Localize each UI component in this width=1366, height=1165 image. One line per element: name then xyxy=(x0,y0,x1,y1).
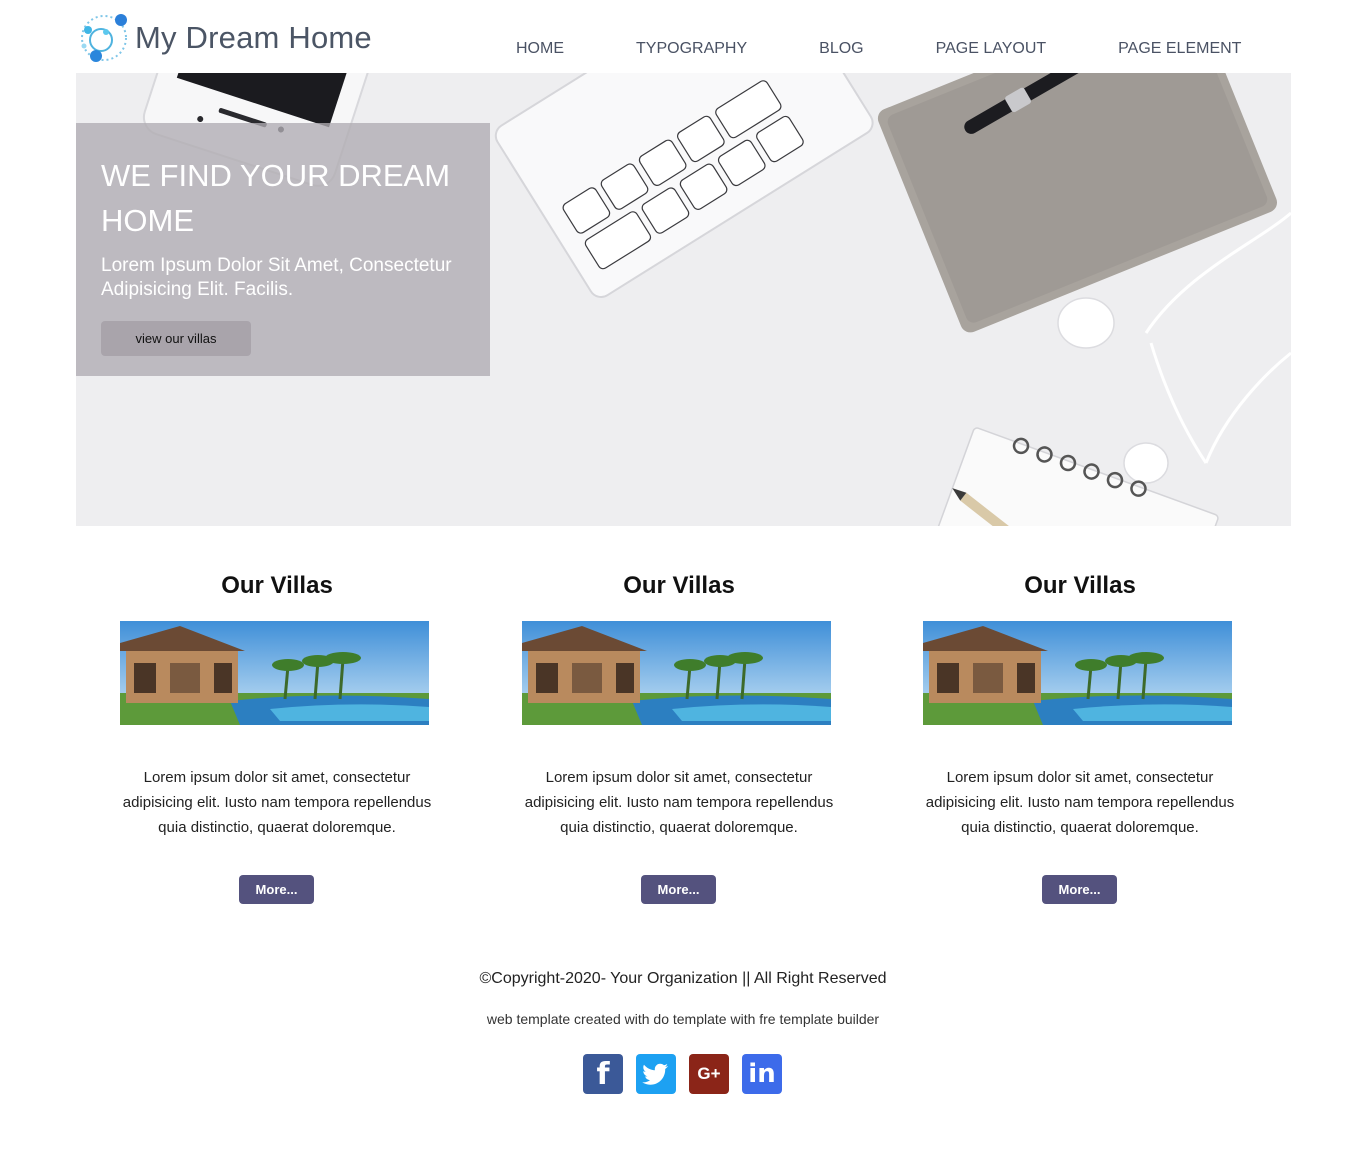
more-button[interactable]: More... xyxy=(1042,875,1117,904)
hero-subtitle: Lorem Ipsum Dolor Sit Amet, Consectetur … xyxy=(101,255,452,300)
linkedin-glyph: in xyxy=(748,1059,776,1089)
card-title: Our Villas xyxy=(221,572,333,599)
nav-item-home[interactable]: HOME xyxy=(516,40,564,58)
footer-credit: web template created with do template wi… xyxy=(486,1011,880,1027)
twitter-bird xyxy=(642,1063,668,1085)
site-header: My Dream Home HOME TYPOGRAPHY BLOG PAGE … xyxy=(76,0,1291,73)
brand-name: My Dream Home xyxy=(135,20,372,55)
card-title: Our Villas xyxy=(623,572,735,599)
nav-item-page-layout[interactable]: PAGE LAYOUT xyxy=(936,40,1047,58)
nav-item-page-element[interactable]: PAGE ELEMENT xyxy=(1118,40,1241,58)
villa-image xyxy=(923,621,1232,725)
villa-card: Our Villas Lorem ipsum dolor sit amet, c… xyxy=(518,570,840,904)
main-nav: HOME TYPOGRAPHY BLOG PAGE LAYOUT PAGE EL… xyxy=(516,40,1241,58)
logo[interactable]: My Dream Home xyxy=(76,10,372,66)
card-description: Lorem ipsum dolor sit amet, consectetur … xyxy=(524,769,834,836)
card-description: Lorem ipsum dolor sit amet, consectetur … xyxy=(122,769,432,836)
twitter-icon[interactable] xyxy=(636,1054,676,1094)
logo-icon xyxy=(76,10,132,66)
social-links: f G+ in xyxy=(583,1054,795,1094)
nav-item-blog[interactable]: BLOG xyxy=(819,40,863,58)
more-button[interactable]: More... xyxy=(641,875,716,904)
villa-image xyxy=(522,621,831,725)
facebook-icon[interactable]: f xyxy=(583,1054,623,1094)
google-plus-icon[interactable]: G+ xyxy=(689,1054,729,1094)
hero-banner: WE FIND YOUR DREAM HOME Lorem Ipsum Dolo… xyxy=(76,73,1291,526)
card-title: Our Villas xyxy=(1024,572,1136,599)
google-plus-glyph: G+ xyxy=(697,1064,721,1083)
more-button[interactable]: More... xyxy=(239,875,314,904)
hero-title: WE FIND YOUR DREAM HOME xyxy=(101,158,451,238)
villa-card: Our Villas Lorem ipsum dolor sit amet, c… xyxy=(116,570,438,904)
footer-copyright: ©Copyright-2020- Your Organization || Al… xyxy=(479,970,887,987)
hero-overlay-box: WE FIND YOUR DREAM HOME Lorem Ipsum Dolo… xyxy=(76,123,490,376)
villa-image xyxy=(120,621,429,725)
facebook-glyph: f xyxy=(596,1056,610,1092)
nav-item-typography[interactable]: TYPOGRAPHY xyxy=(636,40,747,58)
villa-card: Our Villas Lorem ipsum dolor sit amet, c… xyxy=(919,570,1241,904)
linkedin-icon[interactable]: in xyxy=(742,1054,782,1094)
view-villas-button[interactable]: view our villas xyxy=(101,321,251,356)
card-description: Lorem ipsum dolor sit amet, consectetur … xyxy=(925,769,1235,836)
